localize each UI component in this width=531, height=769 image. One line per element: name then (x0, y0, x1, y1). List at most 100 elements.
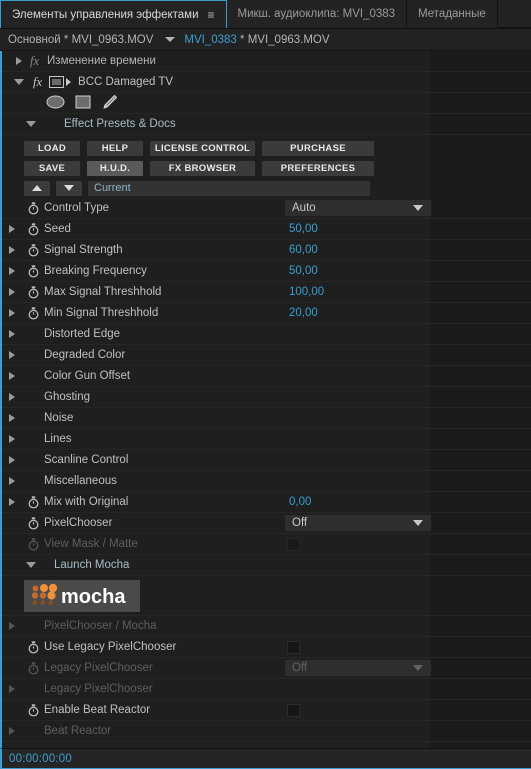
disclosure-triangle-icon[interactable] (9, 372, 15, 380)
parameter-row-max-signal-threshold[interactable]: Max Signal Threshhold 100,00 (2, 282, 531, 303)
disclosure-triangle-icon[interactable] (9, 267, 15, 275)
parameter-label-legacy-pixelchooser-dd: Legacy PixelChooser (44, 662, 153, 674)
parameter-row-control-type[interactable]: Control Type Auto (2, 198, 531, 219)
panel-menu-icon[interactable]: ≡ (208, 9, 215, 21)
parameter-label-pixelchooser: PixelChooser (44, 517, 113, 529)
disclosure-triangle-icon[interactable] (26, 562, 36, 568)
disclosure-triangle-icon[interactable] (9, 351, 15, 359)
breadcrumb-clip[interactable]: MVI_0383 * MVI_0963.MOV (184, 34, 329, 46)
breadcrumb-clip-highlight: MVI_0383 (184, 33, 237, 46)
parameter-row-distorted-edge[interactable]: Distorted Edge (2, 324, 531, 345)
disclosure-triangle-icon[interactable] (14, 79, 24, 85)
disclosure-triangle-icon[interactable] (9, 225, 15, 233)
parameter-row-view-mask-matte[interactable]: View Mask / Matte (2, 534, 531, 555)
parameter-row-scanline-control[interactable]: Scanline Control (2, 450, 531, 471)
timecode-display[interactable]: 00:00:00:00 (9, 753, 72, 765)
parameter-dropdown-legacy-pixelchooser-dd[interactable]: Off (285, 660, 431, 676)
disclosure-triangle-icon[interactable] (9, 456, 15, 464)
ellipse-mask-tool-icon[interactable] (46, 95, 65, 112)
stopwatch-icon[interactable] (27, 243, 40, 257)
preset-next-button[interactable] (56, 180, 82, 196)
parameter-row-lines[interactable]: Lines (2, 429, 531, 450)
breadcrumb-dropdown-icon[interactable] (165, 37, 176, 42)
stopwatch-icon[interactable] (27, 703, 40, 717)
disclosure-triangle-icon[interactable] (9, 477, 15, 485)
effect-row-time-remapping[interactable]: fx Изменение времени (2, 51, 531, 72)
current-preset-field[interactable]: Current (88, 180, 370, 196)
disclosure-triangle-icon[interactable] (9, 414, 15, 422)
parameter-row-legacy-pixelchooser-grp[interactable]: Legacy PixelChooser (2, 679, 531, 700)
parameter-row-miscellaneous[interactable]: Miscellaneous (2, 471, 531, 492)
parameter-checkbox-enable-beat-reactor[interactable] (287, 703, 300, 717)
parameter-value-mix-with-original[interactable]: 0,00 (289, 496, 311, 508)
breadcrumb-sequence[interactable]: Основной * MVI_0963.MOV (8, 34, 153, 46)
help-button[interactable]: HELP (87, 140, 143, 156)
parameter-row-seed[interactable]: Seed 50,00 (2, 219, 531, 240)
parameter-value-seed[interactable]: 50,00 (289, 223, 318, 235)
effect-thumbnail-icon[interactable] (49, 76, 72, 88)
parameter-checkbox-view-mask-matte[interactable] (287, 537, 300, 551)
tab-metadata[interactable]: Метаданные (407, 0, 498, 28)
save-button[interactable]: SAVE (24, 160, 80, 176)
stopwatch-icon[interactable] (27, 537, 40, 551)
stopwatch-icon[interactable] (27, 285, 40, 299)
disclosure-triangle-icon[interactable] (9, 330, 15, 338)
parameter-row-beat-reactor[interactable]: Beat Reactor (2, 721, 531, 742)
parameter-row-legacy-pixelchooser-dd[interactable]: Legacy PixelChooser Off (2, 658, 531, 679)
stopwatch-icon[interactable] (27, 495, 40, 509)
stopwatch-icon[interactable] (27, 661, 40, 675)
preferences-button[interactable]: PREFERENCES (262, 160, 374, 176)
parameter-row-min-signal-threshold[interactable]: Min Signal Threshhold 20,00 (2, 303, 531, 324)
parameter-row-use-legacy-pixelchooser[interactable]: Use Legacy PixelChooser (2, 637, 531, 658)
parameter-row-pixelchooser-mocha[interactable]: PixelChooser / Mocha (2, 616, 531, 637)
disclosure-triangle-icon[interactable] (9, 622, 15, 630)
parameter-dropdown-control-type[interactable]: Auto (285, 200, 431, 216)
parameter-row-breaking-frequency[interactable]: Breaking Frequency 50,00 (2, 261, 531, 282)
parameter-row-signal-strength[interactable]: Signal Strength 60,00 (2, 240, 531, 261)
tab-audio-clip-mixer[interactable]: Микш. аудиоклипа: MVI_0383 (226, 0, 408, 28)
disclosure-triangle-icon[interactable] (9, 685, 15, 693)
launch-mocha-button[interactable]: mocha (24, 579, 140, 612)
tab-effect-controls[interactable]: Элементы управления эффектами ≡ (0, 0, 227, 28)
stopwatch-icon[interactable] (27, 640, 40, 654)
license-control-button[interactable]: LICENSE CONTROL (150, 140, 255, 156)
pen-mask-tool-icon[interactable] (101, 94, 118, 112)
parameter-dropdown-pixelchooser[interactable]: Off (285, 515, 431, 531)
mocha-logo-icon: mocha (31, 583, 126, 608)
preset-previous-button[interactable] (24, 180, 50, 196)
load-button[interactable]: LOAD (24, 140, 80, 156)
stopwatch-icon[interactable] (27, 222, 40, 236)
section-effect-presets-docs[interactable]: Effect Presets & Docs (2, 114, 531, 135)
disclosure-triangle-icon[interactable] (16, 57, 22, 65)
disclosure-triangle-icon[interactable] (9, 288, 15, 296)
disclosure-triangle-icon[interactable] (9, 393, 15, 401)
disclosure-triangle-icon[interactable] (26, 121, 36, 127)
parameter-row-ghosting[interactable]: Ghosting (2, 387, 531, 408)
parameter-row-enable-beat-reactor[interactable]: Enable Beat Reactor (2, 700, 531, 721)
parameter-value-signal-strength[interactable]: 60,00 (289, 244, 318, 256)
parameter-row-color-gun-offset[interactable]: Color Gun Offset (2, 366, 531, 387)
disclosure-triangle-icon[interactable] (9, 246, 15, 254)
purchase-button[interactable]: PURCHASE (262, 140, 374, 156)
fx-browser-button[interactable]: FX BROWSER (150, 160, 255, 176)
parameter-row-mix-with-original[interactable]: Mix with Original 0,00 (2, 492, 531, 513)
stopwatch-icon[interactable] (27, 264, 40, 278)
effect-row-bcc-damaged-tv[interactable]: fx BCC Damaged TV (2, 72, 531, 93)
disclosure-triangle-icon[interactable] (9, 309, 15, 317)
parameter-row-pixelchooser[interactable]: PixelChooser Off (2, 513, 531, 534)
parameter-value-min-signal-threshold[interactable]: 20,00 (289, 307, 318, 319)
stopwatch-icon[interactable] (27, 516, 40, 530)
parameter-checkbox-use-legacy-pixelchooser[interactable] (287, 640, 300, 654)
section-launch-mocha[interactable]: Launch Mocha (2, 555, 531, 576)
parameter-row-degraded-color[interactable]: Degraded Color (2, 345, 531, 366)
parameter-value-breaking-frequency[interactable]: 50,00 (289, 265, 318, 277)
rectangle-mask-tool-icon[interactable] (75, 95, 91, 112)
disclosure-triangle-icon[interactable] (9, 727, 15, 735)
disclosure-triangle-icon[interactable] (9, 498, 15, 506)
parameter-value-max-signal-threshold[interactable]: 100,00 (289, 286, 324, 298)
parameter-row-noise[interactable]: Noise (2, 408, 531, 429)
disclosure-triangle-icon[interactable] (9, 435, 15, 443)
stopwatch-icon[interactable] (27, 306, 40, 320)
hud-button[interactable]: H.U.D. (87, 160, 143, 176)
stopwatch-icon[interactable] (27, 201, 40, 215)
